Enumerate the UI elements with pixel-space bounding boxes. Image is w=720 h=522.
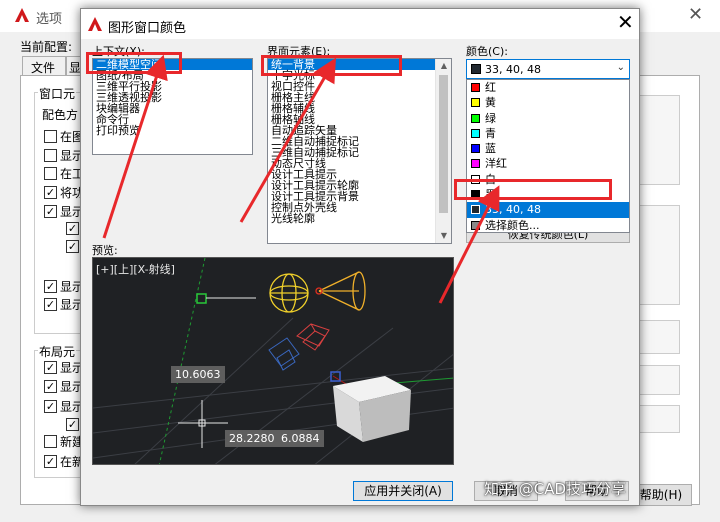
- color-swatch: [471, 144, 480, 154]
- camera-glyph: [296, 323, 330, 351]
- color-option[interactable]: 红: [467, 80, 629, 95]
- color-option-label: 青: [485, 126, 496, 140]
- window-elements-title: 窗口元: [38, 85, 77, 102]
- checkbox[interactable]: [44, 130, 57, 143]
- cube-model: [333, 376, 411, 442]
- dimension-tooltip: 28.2280: [225, 430, 279, 447]
- graphics-window-colors-dialog: 图形窗口颜色 ✕ 上下文(X): 界面元素(E): 颜色(C): 二维模型空间图…: [80, 8, 640, 506]
- sub-checkbox[interactable]: ✓: [66, 418, 79, 431]
- color-option[interactable]: 绿: [467, 111, 629, 126]
- annotation-box: [261, 55, 402, 76]
- checkbox[interactable]: ✓: [44, 361, 57, 374]
- autocad-logo-icon: [15, 8, 29, 22]
- color-combobox-value: 33, 40, 48: [485, 63, 541, 76]
- interface-element-items: 统一背景 十字光标 视口控件 栅格主线 栅格辅线 栅格轴线 自动追踪矢量 二维自动捕捉标记 三维…: [268, 59, 451, 224]
- color-swatch: [471, 220, 480, 230]
- color-dropdown-list[interactable]: 红黄绿青蓝洋红白黑 33, 40, 48 选择颜色...: [466, 79, 630, 233]
- interface-element-list-item[interactable]: 光线轮廓: [268, 213, 435, 224]
- color-swatch: [471, 113, 480, 123]
- interface-element-listbox[interactable]: 统一背景 十字光标 视口控件 栅格主线 栅格辅线 栅格轴线 自动追踪矢量 二维自动捕捉标记 三维…: [267, 58, 452, 244]
- autocad-logo-icon: [88, 17, 102, 31]
- checkbox[interactable]: [44, 149, 57, 162]
- color-swatch: [471, 83, 480, 92]
- annotation-box: [454, 179, 612, 200]
- layout-elements-title: 布局元: [38, 343, 77, 360]
- color-option[interactable]: 青: [467, 126, 629, 141]
- tab-files[interactable]: 文件: [22, 56, 66, 76]
- options-title: 选项: [36, 12, 63, 27]
- color-option[interactable]: 33, 40, 48: [467, 202, 629, 218]
- y-axis-line: [158, 258, 206, 464]
- viewport-controls-label[interactable]: [+][上][X-射线]: [96, 261, 175, 277]
- sub-checkbox[interactable]: ✓: [66, 222, 79, 235]
- color-swatch: [471, 98, 480, 108]
- context-list-item[interactable]: 打印预览: [93, 125, 252, 136]
- sub-checkbox[interactable]: ✓: [66, 240, 79, 253]
- apply-and-close-button[interactable]: 应用并关闭(A): [353, 481, 453, 501]
- checkbox[interactable]: ✓: [44, 400, 57, 413]
- color-scheme-label: 配色方: [42, 108, 79, 122]
- checkbox[interactable]: [44, 435, 57, 448]
- dialog-title: 图形窗口颜色: [108, 21, 187, 36]
- annotation-box: [86, 52, 182, 74]
- vertical-scrollbar[interactable]: ▲ ▼: [435, 59, 451, 243]
- checkbox[interactable]: ✓: [44, 380, 57, 393]
- color-option[interactable]: 蓝: [467, 141, 629, 156]
- color-label: 颜色(C):: [466, 45, 508, 58]
- color-option-label: 选择颜色...: [485, 218, 540, 232]
- checkbox[interactable]: ✓: [44, 298, 57, 311]
- color-option[interactable]: 黄: [467, 95, 629, 110]
- close-icon[interactable]: ✕: [688, 4, 703, 25]
- color-swatch: [471, 159, 480, 169]
- preview-label: 预览:: [92, 244, 118, 257]
- checkbox[interactable]: ✓: [44, 186, 57, 199]
- dialog-titlebar: 图形窗口颜色 ✕: [81, 9, 639, 39]
- color-option-label: 绿: [485, 111, 496, 125]
- camera-glyph: [268, 337, 300, 371]
- preview-viewport: [+][上][X-射线] 10.6063 28.2280 6.0884: [92, 257, 454, 465]
- spotlight-cone-glyph: [315, 271, 366, 311]
- color-option[interactable]: 选择颜色...: [467, 218, 629, 233]
- light-sphere-glyph: [269, 273, 309, 313]
- color-option-label: 33, 40, 48: [485, 203, 541, 217]
- current-config-label: 当前配置:: [20, 40, 73, 54]
- chevron-down-icon[interactable]: ⌄: [617, 62, 625, 73]
- color-swatch: [471, 128, 480, 138]
- checkbox[interactable]: ✓: [44, 455, 57, 468]
- scroll-up-icon[interactable]: ▲: [436, 59, 451, 73]
- color-combobox[interactable]: 33, 40, 48 ⌄: [466, 59, 630, 79]
- watermark-text: 知乎 @CAD技巧分享: [484, 480, 627, 498]
- close-icon[interactable]: ✕: [617, 12, 634, 32]
- color-option[interactable]: 洋红: [467, 156, 629, 171]
- color-option-label: 洋红: [485, 157, 507, 171]
- checkbox[interactable]: ✓: [44, 280, 57, 293]
- color-swatch: [471, 205, 480, 215]
- grid-snap-marker: [196, 293, 207, 304]
- dimension-tooltip: 10.6063: [171, 366, 225, 383]
- dimension-tooltip: 6.0884: [277, 430, 324, 447]
- checkbox[interactable]: ✓: [44, 205, 57, 218]
- scroll-down-icon[interactable]: ▼: [436, 229, 451, 243]
- color-option-label: 红: [485, 81, 496, 94]
- color-option-label: 蓝: [485, 142, 496, 156]
- color-swatch: [471, 64, 481, 74]
- color-option-label: 黄: [485, 96, 496, 110]
- checkbox[interactable]: [44, 167, 57, 180]
- scrollbar-thumb[interactable]: [439, 75, 448, 213]
